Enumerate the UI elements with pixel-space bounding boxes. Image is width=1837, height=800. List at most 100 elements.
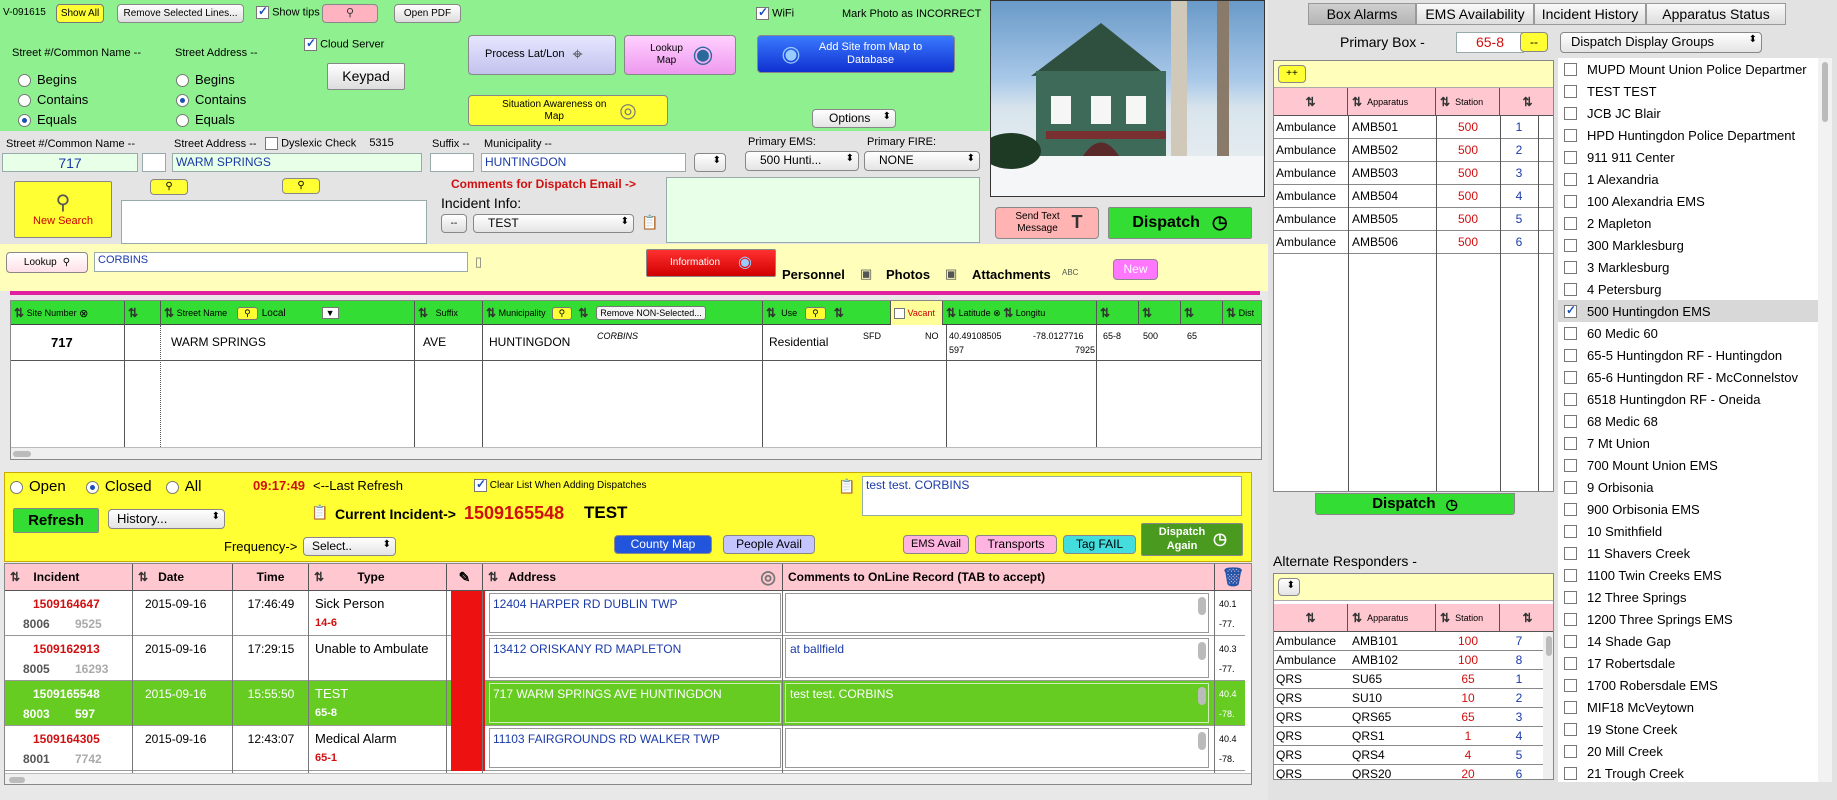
tag-fail-button[interactable]: Tag FAIL xyxy=(1063,535,1136,554)
closed-filter-option[interactable]: Closed xyxy=(85,478,152,495)
unit-row[interactable]: Ambulance AMB502 500 2 xyxy=(1274,139,1553,162)
site-grid-row[interactable]: 717 WARM SPRINGS AVE HUNTINGDON CORBINS … xyxy=(11,325,1261,361)
incident-comment-box[interactable]: at ballfield xyxy=(785,638,1209,678)
comment-scrollbar[interactable] xyxy=(1198,597,1206,615)
transports-button[interactable]: Transports xyxy=(975,535,1057,554)
order-col-header[interactable]: ⇅ xyxy=(1500,604,1553,632)
street-name-header[interactable]: ⇅ Street Name ⚲ Local ▼ xyxy=(161,301,415,325)
radio-contains[interactable] xyxy=(18,94,31,108)
municipality-header[interactable]: ⇅ Municipality ⚲ ⇅ Remove NON-Selected..… xyxy=(483,301,763,325)
open-filter-option[interactable]: Open xyxy=(10,478,66,495)
dispatch-button[interactable]: Dispatch ◷ xyxy=(1108,207,1252,239)
unit-row[interactable]: QRS QRS1 1 4 xyxy=(1274,727,1553,746)
address-search-small-button[interactable]: ⚲ xyxy=(282,178,320,194)
cloud-server-checkbox[interactable] xyxy=(304,36,317,51)
situation-awareness-button[interactable]: Situation Awareness on Map ◎ xyxy=(468,95,668,126)
group-item[interactable]: 17 Robertsdale xyxy=(1558,652,1818,674)
incident-clipboard-icon[interactable]: 📋 xyxy=(311,504,328,521)
ems-header[interactable]: ⇅ xyxy=(1139,301,1181,325)
options-select[interactable]: Options xyxy=(812,109,896,128)
group-item[interactable]: 68 Medic 68 xyxy=(1558,410,1818,432)
use-search-button[interactable]: ⚲ xyxy=(805,306,826,320)
suffix-header[interactable]: ⇅ Suffix xyxy=(415,301,483,325)
lookup-button[interactable]: Lookup ⚲ xyxy=(6,252,88,273)
show-all-button[interactable]: Show All xyxy=(56,4,104,23)
group-item[interactable]: 3 Marklesburg xyxy=(1558,256,1818,278)
group-item[interactable]: 65-5 Huntingdon RF - Huntingdon xyxy=(1558,344,1818,366)
attachments-icon[interactable]: ABC xyxy=(1062,268,1078,277)
refresh-button[interactable]: Refresh xyxy=(13,508,99,533)
radio-begins[interactable] xyxy=(176,74,189,88)
group-item[interactable]: 911 911 Center xyxy=(1558,146,1818,168)
group-checkbox[interactable] xyxy=(1564,700,1577,714)
group-checkbox[interactable] xyxy=(1564,546,1577,560)
clear-list-toggle[interactable]: Clear List When Adding Dispatches xyxy=(474,477,647,492)
vacant-header[interactable]: Vacant xyxy=(891,301,943,325)
group-item[interactable]: 500 Huntingdon EMS xyxy=(1558,300,1818,322)
group-item[interactable]: 4 Petersburg xyxy=(1558,278,1818,300)
group-checkbox[interactable] xyxy=(1564,392,1577,406)
search-notes-area[interactable] xyxy=(121,200,427,244)
personnel-tab[interactable]: Personnel xyxy=(782,267,845,282)
address-col-header[interactable]: ⇅ Address ◎ xyxy=(483,564,783,590)
group-checkbox[interactable] xyxy=(1564,172,1577,186)
group-item[interactable]: 21 Trough Creek xyxy=(1558,762,1818,782)
scroll-thumb[interactable] xyxy=(1822,62,1828,122)
radio-closed[interactable] xyxy=(85,480,99,494)
group-item[interactable]: 1 Alexandria xyxy=(1558,168,1818,190)
comments-email-input[interactable] xyxy=(666,177,980,243)
common-name-begins-option[interactable]: Begins xyxy=(18,70,88,90)
incident-row[interactable]: 1509164647 8006 9525 2015-09-16 17:46:49 Sick… xyxy=(5,591,1245,636)
group-checkbox[interactable] xyxy=(1564,414,1577,428)
county-map-button[interactable]: County Map xyxy=(614,535,712,554)
dyslexic-check-checkbox[interactable] xyxy=(265,137,278,150)
incident-comment-box[interactable] xyxy=(785,593,1209,633)
group-checkbox[interactable] xyxy=(1564,216,1577,230)
personnel-image-icon[interactable]: ▣ xyxy=(860,266,872,282)
site-number-header[interactable]: ⇅ Site Number ⊗ xyxy=(11,301,125,325)
remove-selected-lines-button[interactable]: Remove Selected Lines... xyxy=(117,4,244,23)
unit-row[interactable]: QRS SU65 65 1 xyxy=(1274,670,1553,689)
unit-row[interactable]: Ambulance AMB505 500 5 xyxy=(1274,208,1553,231)
incident-info-dash-button[interactable]: -- xyxy=(441,214,467,233)
groups-scrollbar[interactable] xyxy=(1818,58,1832,782)
send-text-button[interactable]: Send Text Message T xyxy=(995,207,1099,239)
group-checkbox[interactable] xyxy=(1564,568,1577,582)
group-item[interactable]: 100 Alexandria EMS xyxy=(1558,190,1818,212)
group-item[interactable]: 1100 Twin Creeks EMS xyxy=(1558,564,1818,586)
unit-row[interactable]: Ambulance AMB504 500 4 xyxy=(1274,185,1553,208)
incident-comment-box[interactable] xyxy=(785,728,1209,768)
unit-row[interactable]: QRS QRS65 65 3 xyxy=(1274,708,1553,727)
group-item[interactable]: 900 Orbisonia EMS xyxy=(1558,498,1818,520)
new-attachment-button[interactable]: New xyxy=(1113,259,1158,280)
incident-comment-area[interactable]: test test. CORBINS xyxy=(862,476,1242,516)
show-tips-toggle[interactable]: Show tips xyxy=(256,4,320,19)
time-col-header[interactable]: Time xyxy=(233,564,309,590)
incident-address-box[interactable]: 13412 ORISKANY RD MAPLETON xyxy=(489,638,781,678)
dyslexic-check-toggle[interactable]: Dyslexic Check 5315 xyxy=(265,137,394,150)
type-col-header[interactable]: ⇅ xyxy=(1274,88,1348,116)
latitude-header[interactable]: ⇅ Latitude ⊗ ⇅ Longitu xyxy=(943,301,1097,325)
group-checkbox[interactable] xyxy=(1564,612,1577,626)
dispatch-again-button[interactable]: Dispatch Again ◷ xyxy=(1141,523,1243,556)
group-item[interactable]: 1700 Robersdale EMS xyxy=(1558,674,1818,696)
group-item[interactable]: 12 Three Springs xyxy=(1558,586,1818,608)
group-item[interactable]: 1200 Three Springs EMS xyxy=(1558,608,1818,630)
lookup-map-button[interactable]: Lookup Map ◉ xyxy=(624,35,736,75)
radio-contains[interactable] xyxy=(176,94,189,108)
group-checkbox[interactable] xyxy=(1564,436,1577,450)
street-num-suffix-input[interactable] xyxy=(142,153,166,172)
primary-box-input[interactable]: 65-8 xyxy=(1456,32,1524,53)
group-item[interactable]: MIF18 McVeytown xyxy=(1558,696,1818,718)
group-item[interactable]: 65-6 Huntingdon RF - McConnelstov xyxy=(1558,366,1818,388)
unit-row[interactable]: Ambulance AMB102 100 8 xyxy=(1274,651,1553,670)
group-item[interactable]: 14 Shade Gap xyxy=(1558,630,1818,652)
new-search-button[interactable]: ⚲ New Search xyxy=(14,181,112,238)
group-item[interactable]: 11 Shavers Creek xyxy=(1558,542,1818,564)
group-item[interactable]: 60 Medic 60 xyxy=(1558,322,1818,344)
order-col-header[interactable]: ⇅ xyxy=(1500,88,1553,116)
group-checkbox[interactable] xyxy=(1564,480,1577,494)
group-item[interactable]: HPD Huntingdon Police Department xyxy=(1558,124,1818,146)
incident-row[interactable]: 1509165548 8003 597 2015-09-16 15:55:50 TEST 6… xyxy=(5,681,1245,726)
street-address-input[interactable]: WARM SPRINGS xyxy=(172,153,422,172)
